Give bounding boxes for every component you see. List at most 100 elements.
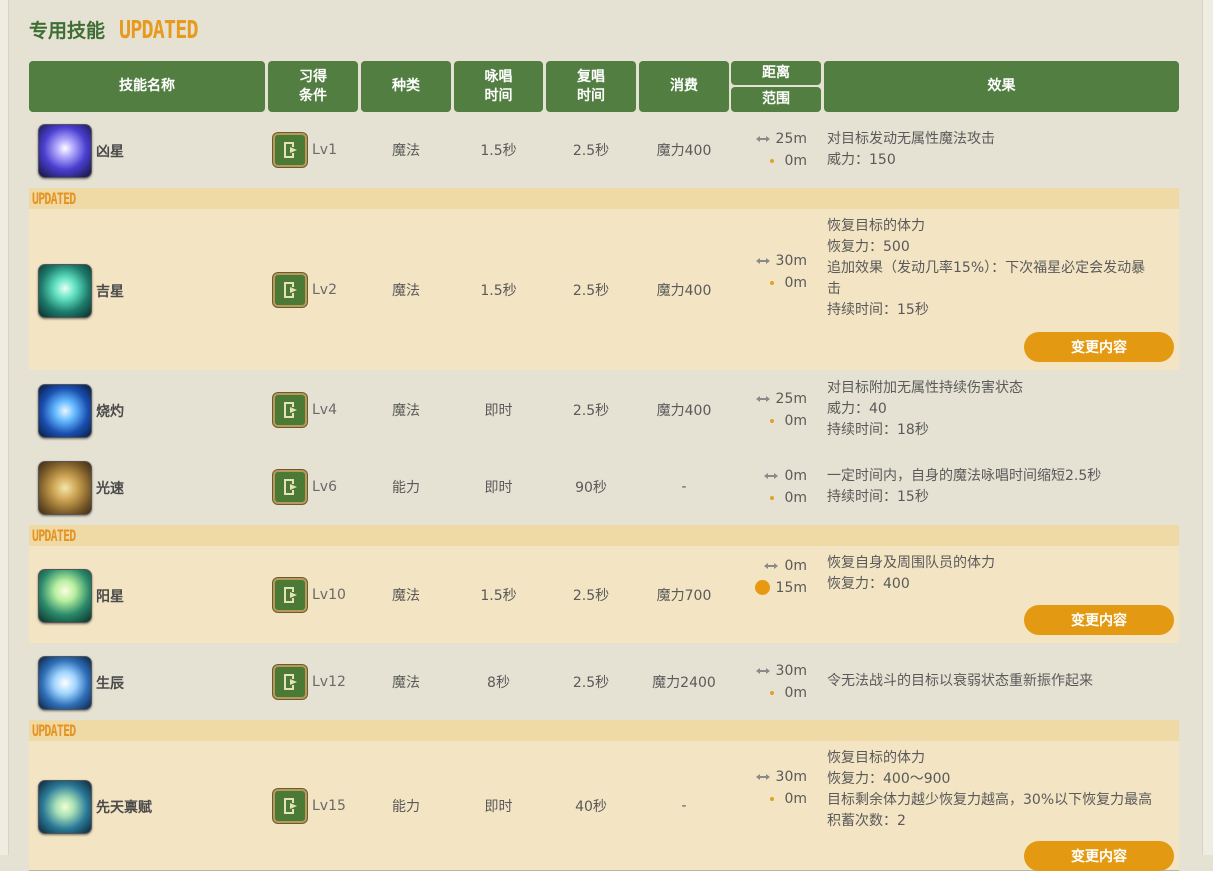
skill-type: 魔法 xyxy=(392,143,420,159)
class-job-icon xyxy=(273,272,307,307)
mp-cost: 魔力2400 xyxy=(652,674,716,691)
change-details-button[interactable]: 变更内容 xyxy=(1024,841,1174,871)
change-details-button[interactable]: 变更内容 xyxy=(1024,605,1174,635)
updated-banner-label: UPDATED xyxy=(32,526,76,545)
header-type: 种类 xyxy=(361,61,451,112)
acquire-condition: Lv6 xyxy=(273,470,337,504)
mp-cost: 魔力400 xyxy=(656,143,712,159)
effect-line: 积蓄次数：2 xyxy=(827,813,906,829)
table-row: 烧灼 Lv4 魔法 即时 2.5秒 魔力400 25m 0m 对目标附加无属性持续伤害… xyxy=(29,370,1179,450)
skill-name: 先天禀赋 xyxy=(96,799,152,816)
change-details-button[interactable]: 变更内容 xyxy=(1024,332,1174,362)
effect-line: 威力：150 xyxy=(827,152,896,168)
cast-time: 8秒 xyxy=(487,674,510,691)
header-cost: 消费 xyxy=(639,61,729,112)
skill-type: 魔法 xyxy=(392,282,420,299)
class-job-icon xyxy=(273,577,307,612)
range-radius: 30m 0m xyxy=(747,766,807,810)
acquire-condition: Lv10 xyxy=(273,577,346,612)
skill-icon[interactable] xyxy=(38,461,92,515)
effect-line: 持续时间：15秒 xyxy=(827,489,929,505)
skill-icon[interactable] xyxy=(38,124,92,178)
skill-icon[interactable] xyxy=(38,383,92,438)
effect-line: 恢复力：400 xyxy=(827,576,910,592)
radius-value: 0m xyxy=(784,412,807,429)
cast-time: 即时 xyxy=(484,402,513,419)
skill-effect: 对目标附加无属性持续伤害状态 威力：40 持续时间：18秒 xyxy=(827,378,1177,441)
recast-time: 2.5秒 xyxy=(572,143,610,159)
range-arrow-icon xyxy=(755,257,770,264)
class-job-icon xyxy=(273,133,307,167)
acquire-level: Lv10 xyxy=(312,586,346,603)
mp-cost: 魔力700 xyxy=(656,587,712,604)
range-arrow-icon xyxy=(755,667,770,674)
header-recast-time: 复唱 时间 xyxy=(546,61,636,112)
header-cast-time: 咏唱 时间 xyxy=(454,61,543,112)
updated-banner: UPDATED xyxy=(29,188,1179,209)
skill-effect: 一定时间内，自身的魔法咏唱时间缩短2.5秒 持续时间：15秒 xyxy=(827,466,1177,508)
range-value: 30m xyxy=(775,252,807,269)
acquire-condition: Lv15 xyxy=(273,788,346,823)
skill-effect: 恢复自身及周围队员的体力 恢复力：400 xyxy=(827,553,1177,595)
effect-line: 令无法战斗的目标以衰弱状态重新振作起来 xyxy=(827,673,1093,689)
table-row: UPDATED 吉星 Lv2 魔法 1.5秒 2.5秒 魔力400 30m 0m 恢复目… xyxy=(29,188,1179,371)
single-target-dot-icon xyxy=(770,159,775,163)
updated-badge: UPDATED xyxy=(119,14,198,44)
skill-name: 吉星 xyxy=(96,283,124,300)
page-left-border xyxy=(0,0,9,855)
radius-value: 0m xyxy=(784,153,807,169)
effect-line: 威力：40 xyxy=(827,401,887,417)
range-value: 25m xyxy=(775,131,807,147)
acquire-level: Lv6 xyxy=(312,479,337,495)
class-job-icon xyxy=(273,470,307,504)
cast-time: 即时 xyxy=(484,480,513,496)
skill-effect: 令无法战斗的目标以衰弱状态重新振作起来 xyxy=(827,671,1177,692)
acquire-level: Lv1 xyxy=(312,142,337,158)
range-radius: 25m 0m xyxy=(747,388,807,432)
effect-line: 对目标发动无属性魔法攻击 xyxy=(827,131,995,147)
section-title: 专用技能 xyxy=(29,19,106,42)
range-radius: 0m 15m xyxy=(747,555,807,599)
range-arrow-icon xyxy=(755,773,770,780)
updated-banner: UPDATED xyxy=(29,525,1179,546)
skill-type: 魔法 xyxy=(392,402,420,419)
radius-value: 0m xyxy=(784,274,807,291)
skill-icon[interactable] xyxy=(38,779,92,834)
skill-type: 魔法 xyxy=(392,674,420,691)
radius-value: 15m xyxy=(775,579,807,596)
radius-value: 0m xyxy=(784,684,807,701)
cast-time: 1.5秒 xyxy=(480,587,517,604)
class-job-icon xyxy=(273,392,307,427)
aoe-circle-icon xyxy=(754,580,770,595)
table-row: UPDATED 先天禀赋 Lv15 能力 即时 40秒 - 30m 0m 恢复目标的体力… xyxy=(29,720,1179,871)
skill-effect: 对目标发动无属性魔法攻击 威力：150 xyxy=(827,129,1177,171)
acquire-level: Lv2 xyxy=(312,281,337,298)
skill-icon[interactable] xyxy=(38,263,92,318)
skill-name: 阳星 xyxy=(96,588,124,605)
class-job-icon xyxy=(273,664,307,699)
page-scrollbar-track[interactable] xyxy=(1202,0,1213,855)
section-header: 专用技能 UPDATED xyxy=(29,14,217,44)
updated-banner-label: UPDATED xyxy=(32,189,76,208)
recast-time: 2.5秒 xyxy=(572,402,610,419)
range-arrow-icon xyxy=(764,473,779,479)
effect-line: 追加效果（发动几率15%）：下次福星必定会发动暴 xyxy=(827,260,1146,276)
effect-line: 恢复自身及周围队员的体力 xyxy=(827,555,995,571)
skill-icon[interactable] xyxy=(38,655,92,710)
acquire-condition: Lv12 xyxy=(273,664,346,699)
range-value: 0m xyxy=(784,468,807,484)
effect-line: 击 xyxy=(827,281,841,297)
skill-type: 魔法 xyxy=(392,587,420,604)
recast-time: 90秒 xyxy=(575,480,607,496)
skill-icon[interactable] xyxy=(38,568,92,623)
skill-name: 光速 xyxy=(96,481,124,497)
effect-line: 恢复力：400～900 xyxy=(827,771,951,787)
table-row: 凶星 Lv1 魔法 1.5秒 2.5秒 魔力400 25m 0m 对目标发动无属性魔法… xyxy=(29,112,1179,189)
mp-cost: 魔力400 xyxy=(656,402,712,419)
effect-line: 目标剩余体力越少恢复力越高，30%以下恢复力最高 xyxy=(827,792,1153,808)
skill-effect: 恢复目标的体力 恢复力：400～900 目标剩余体力越少恢复力越高，30%以下恢复力… xyxy=(827,748,1177,832)
header-radius: 范围 xyxy=(731,87,821,112)
mp-cost: - xyxy=(681,479,687,495)
single-target-dot-icon xyxy=(770,796,775,801)
effect-line: 对目标附加无属性持续伤害状态 xyxy=(827,380,1023,396)
